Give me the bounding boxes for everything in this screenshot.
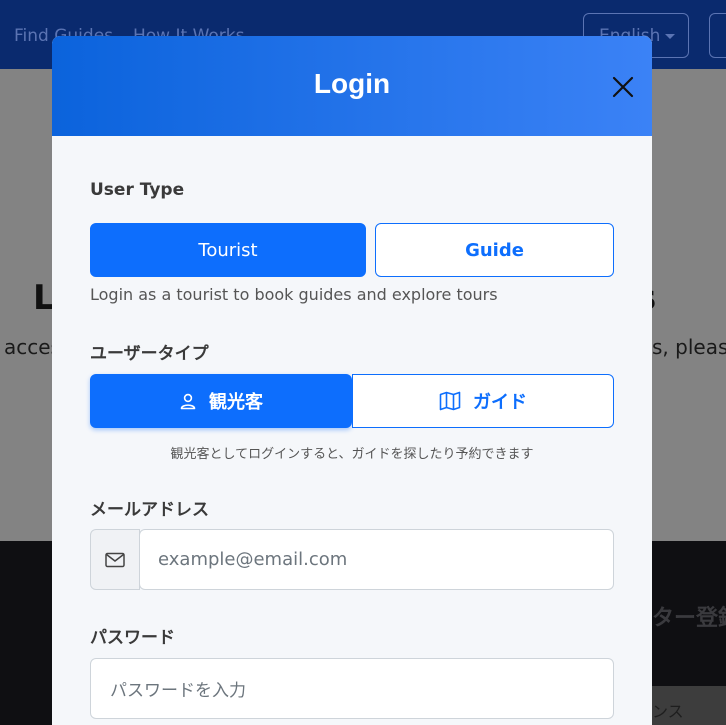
- password-input[interactable]: パスワードを入力: [90, 658, 614, 719]
- user-type-ja-help: 観光客としてログインすると、ガイドを探したり予約できます: [170, 447, 534, 462]
- person-icon: [179, 392, 197, 410]
- user-type-help: Login as a tourist to book guides and ex…: [90, 285, 498, 304]
- close-button[interactable]: [608, 72, 638, 102]
- close-icon: [612, 76, 634, 98]
- guide-button-label: Guide: [465, 239, 524, 261]
- email-input-group: example@email.com: [90, 529, 614, 590]
- tourist-button[interactable]: Tourist: [90, 223, 366, 277]
- caret-down-icon: [665, 33, 676, 39]
- login-modal: Login User Type Tourist Guide Login as a…: [52, 36, 652, 725]
- modal-header: Login: [52, 36, 652, 136]
- hero-subtitle-right: s, please: [652, 335, 726, 359]
- nav-login-button[interactable]: [709, 13, 726, 58]
- modal-title: Login: [313, 68, 391, 99]
- tourist-button-label: Tourist: [198, 239, 258, 261]
- envelope-icon: [90, 529, 140, 590]
- email-label: メールアドレス: [90, 500, 209, 520]
- email-input[interactable]: example@email.com: [139, 529, 614, 590]
- footer-title: ター登録: [652, 606, 726, 631]
- password-label: パスワード: [90, 628, 175, 648]
- footer-small-text: ンス: [652, 702, 684, 721]
- guide-button[interactable]: Guide: [375, 223, 614, 277]
- tourist-ja-button-label: 観光客: [209, 392, 263, 413]
- user-type-label: User Type: [90, 180, 185, 200]
- guide-ja-button[interactable]: ガイド: [352, 374, 614, 428]
- map-icon: [439, 391, 461, 411]
- guide-ja-button-label: ガイド: [473, 392, 527, 413]
- user-type-ja-label: ユーザータイプ: [90, 344, 209, 364]
- tourist-ja-button[interactable]: 観光客: [90, 374, 352, 428]
